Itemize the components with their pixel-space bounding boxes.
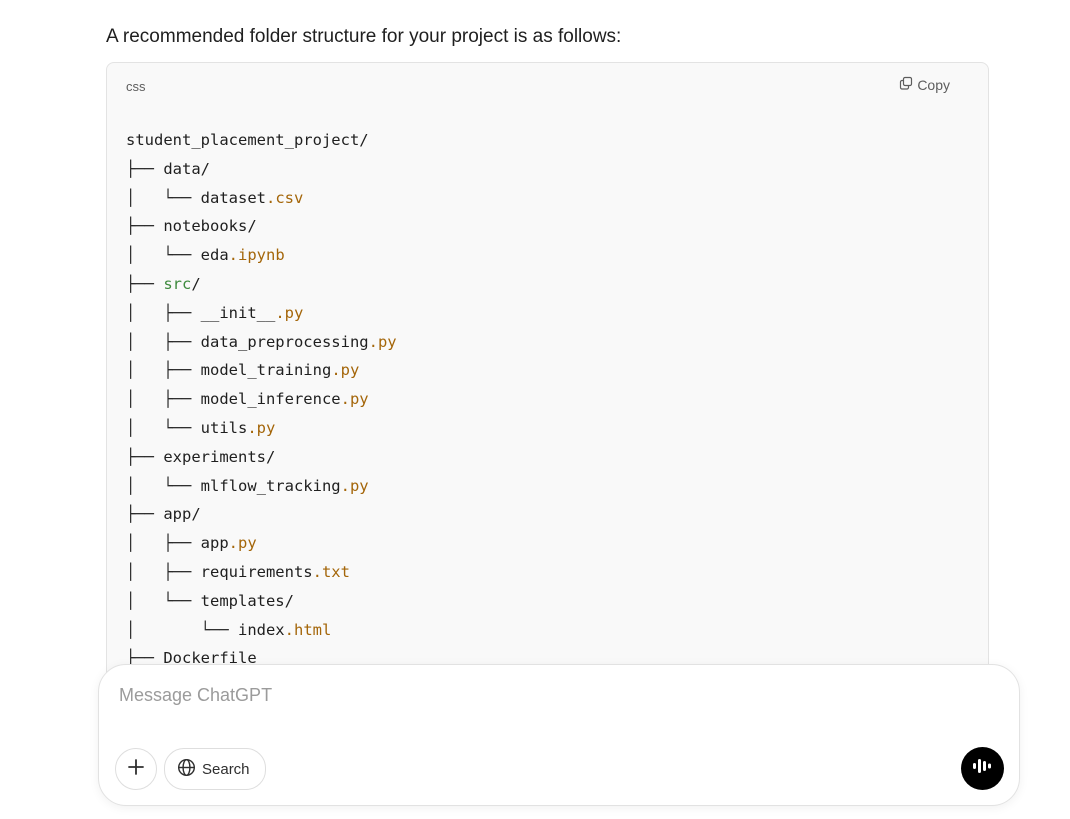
file-extension: .py: [275, 303, 304, 322]
code-line: ├── notebooks/: [126, 212, 397, 241]
code-line: ├── app/: [126, 500, 397, 529]
code-line: student_placement_project/: [126, 126, 397, 155]
file-name: student_placement_project/: [126, 131, 369, 149]
file-name: __init__: [200, 303, 276, 322]
tree-branch: ├──: [126, 159, 164, 178]
code-line: │ └── mlflow_tracking.py: [126, 472, 397, 501]
code-line: ├── experiments/: [126, 443, 397, 472]
code-line: │ └── utils.py: [126, 414, 397, 443]
file-name: index: [237, 620, 285, 639]
file-extension: .py: [340, 476, 369, 495]
tree-branch: │ └──: [126, 246, 201, 265]
file-name: requirements: [200, 562, 313, 581]
tree-branch: │ ├──: [126, 562, 201, 581]
globe-icon: [177, 758, 196, 781]
code-line: ├── src/: [126, 270, 397, 299]
code-line: │ └── index.html: [126, 616, 397, 645]
code-line: │ ├── requirements.txt: [126, 558, 397, 587]
assistant-message-text: A recommended folder structure for your …: [106, 26, 622, 47]
attach-button[interactable]: [115, 748, 157, 790]
code-line: │ └── dataset.csv: [126, 184, 397, 213]
code-language-label: css: [126, 79, 146, 94]
message-input[interactable]: Message ChatGPT: [119, 685, 272, 706]
file-name: app/: [163, 505, 201, 524]
file-name: eda: [200, 246, 229, 265]
file-name: notebooks/: [163, 217, 257, 236]
copy-icon: [899, 76, 913, 93]
message-composer: Message ChatGPT Search: [98, 664, 1020, 806]
tree-branch: │ ├──: [126, 361, 201, 380]
plus-icon: [127, 758, 145, 781]
file-name: data_preprocessing: [200, 332, 369, 351]
file-name: src: [163, 274, 192, 293]
tree-branch: │ └──: [126, 620, 238, 639]
tree-branch: │ └──: [126, 418, 201, 437]
copy-code-button[interactable]: Copy: [899, 76, 950, 93]
search-button[interactable]: Search: [164, 748, 266, 790]
file-extension: .html: [284, 620, 332, 639]
chat-page: A recommended folder structure for your …: [0, 0, 1070, 819]
code-line: │ ├── model_inference.py: [126, 385, 397, 414]
file-name: app: [200, 534, 229, 553]
file-extension: .py: [247, 418, 276, 437]
tree-branch: │ └──: [126, 591, 201, 610]
voice-waveform-icon: [972, 756, 994, 781]
code-block-header: css Copy: [107, 63, 988, 107]
code-line: │ └── templates/: [126, 587, 397, 616]
file-name: experiments/: [163, 447, 276, 466]
tree-branch: │ └──: [126, 188, 201, 207]
tree-branch: ├──: [126, 505, 164, 524]
code-block: css Copy student_placement_project/ ├── d…: [106, 62, 989, 764]
code-content: student_placement_project/├── data/│ └──…: [126, 126, 397, 673]
file-extension: .ipynb: [228, 246, 285, 265]
tree-branch: │ ├──: [126, 332, 201, 351]
copy-label: Copy: [917, 76, 950, 93]
file-extension: .py: [228, 534, 257, 553]
file-name: data/: [163, 159, 210, 178]
tree-branch: │ ├──: [126, 534, 201, 553]
file-extension: .py: [340, 390, 369, 409]
file-name: model_inference: [200, 390, 341, 409]
file-name: templates/: [200, 591, 294, 610]
file-name: model_training: [200, 361, 332, 380]
code-line: │ └── eda.ipynb: [126, 241, 397, 270]
file-name: mlflow_tracking: [200, 476, 341, 495]
tree-branch: ├──: [126, 274, 164, 293]
tree-branch: ├──: [126, 447, 164, 466]
file-extension: .py: [368, 332, 397, 351]
file-extension: .csv: [265, 188, 304, 207]
file-extension: .txt: [312, 562, 350, 581]
file-name: utils: [200, 418, 248, 437]
tree-branch: │ ├──: [126, 303, 201, 322]
tree-branch: │ └──: [126, 476, 201, 495]
file-extension: .py: [331, 361, 360, 380]
code-line: │ ├── __init__.py: [126, 299, 397, 328]
code-line: │ ├── app.py: [126, 529, 397, 558]
code-line: │ ├── model_training.py: [126, 356, 397, 385]
tree-branch: ├──: [126, 217, 164, 236]
file-extension: /: [191, 274, 201, 293]
code-line: │ ├── data_preprocessing.py: [126, 328, 397, 357]
voice-mode-button[interactable]: [961, 747, 1004, 790]
file-name: dataset: [200, 188, 266, 207]
code-line: ├── data/: [126, 155, 397, 184]
tree-branch: │ ├──: [126, 390, 201, 409]
search-label: Search: [202, 760, 250, 778]
